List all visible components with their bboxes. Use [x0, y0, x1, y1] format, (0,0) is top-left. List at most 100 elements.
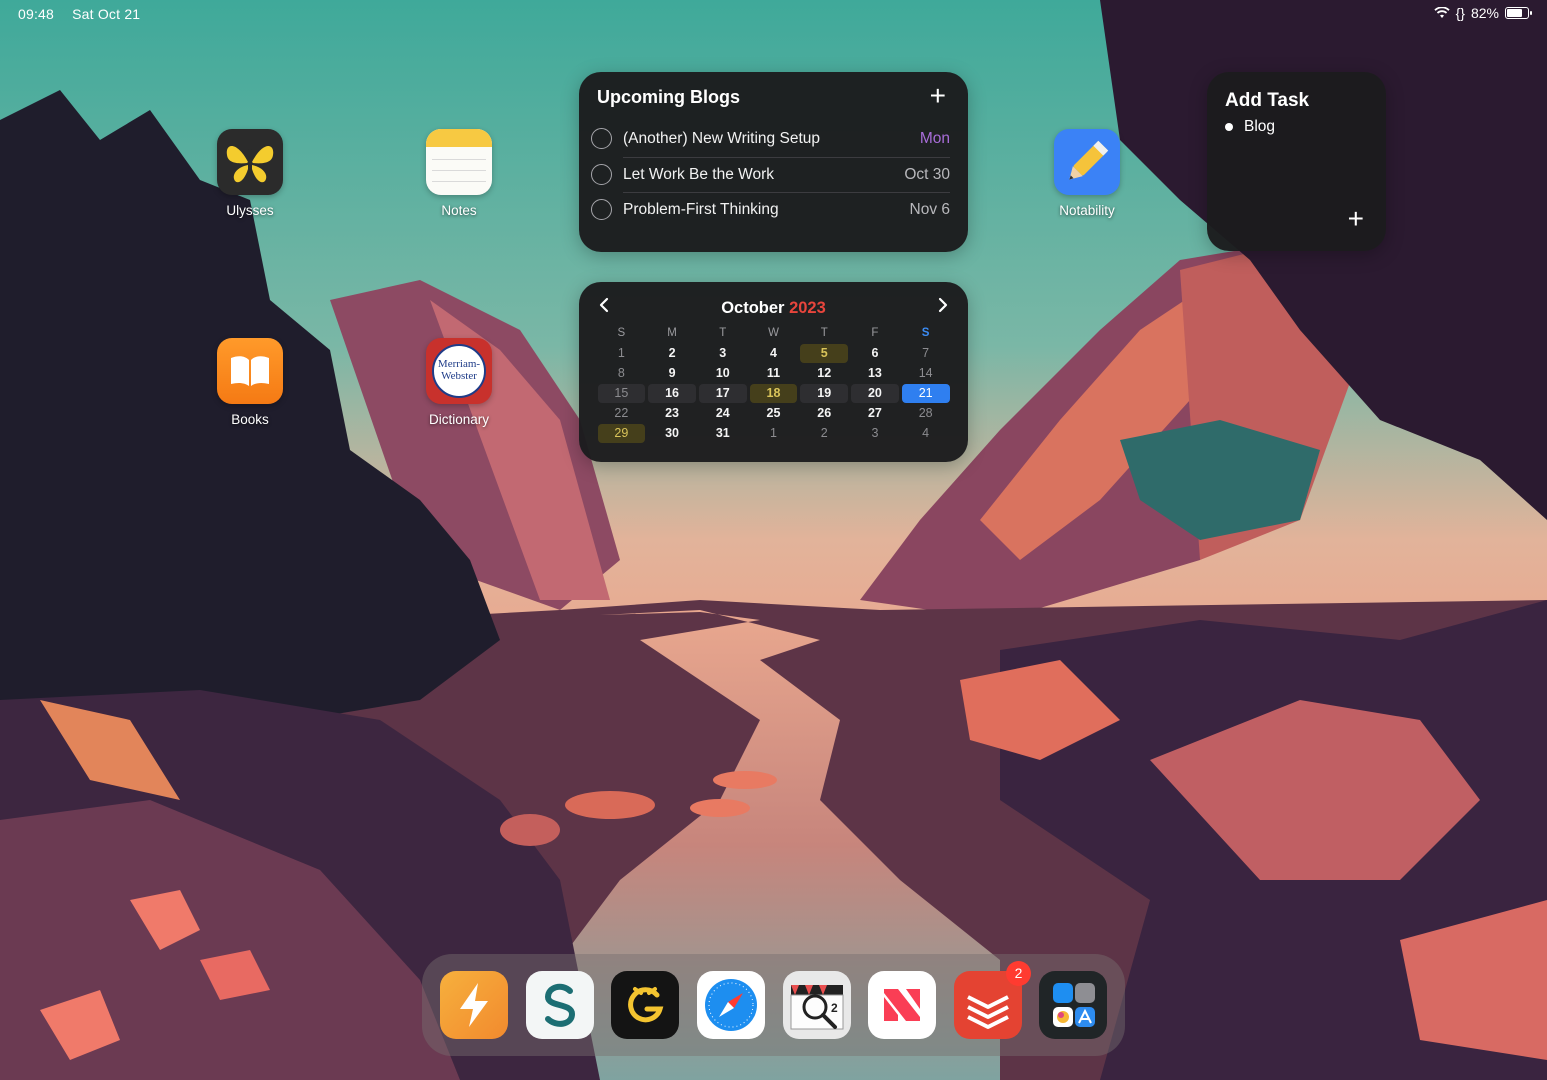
dock-app-hunt-for-reviews[interactable]: 2 — [783, 971, 851, 1039]
app-label: Dictionary — [428, 412, 490, 427]
calendar-day[interactable]: 26 — [800, 404, 848, 423]
calendar-year: 2023 — [789, 299, 826, 317]
calendar-grid: S M T W T F S 1 2 3 4 5 6 7 8 9 10 11 12 13 14 15 16 17 18 19 20 21… — [596, 324, 951, 443]
app-notability[interactable]: Notability — [1032, 129, 1142, 218]
calendar-day[interactable]: 1 — [598, 344, 646, 363]
status-bar-right: {} 82% — [1433, 5, 1532, 21]
status-bar-left: 09:48 Sat Oct 21 — [18, 6, 154, 22]
calendar-day[interactable]: 22 — [598, 404, 646, 423]
chevron-right-icon — [938, 297, 948, 313]
weekday-label: W — [768, 327, 779, 339]
blog-title: Problem-First Thinking — [623, 200, 779, 218]
calendar-day[interactable]: 24 — [699, 404, 747, 423]
calendar-day[interactable]: 14 — [902, 364, 950, 383]
blog-date: Oct 30 — [904, 165, 950, 183]
add-task-button[interactable]: + — [1348, 205, 1364, 233]
dock-app-library[interactable] — [1039, 971, 1107, 1039]
checkbox-circle-icon[interactable] — [591, 199, 612, 220]
merriam-webster-text: Merriam-Webster — [437, 358, 481, 382]
checkbox-circle-icon[interactable] — [591, 164, 612, 185]
calendar-day[interactable]: 12 — [800, 364, 848, 383]
wifi-icon — [1433, 7, 1450, 18]
calendar-day[interactable]: 1 — [750, 424, 798, 443]
calendar-day[interactable]: 28 — [902, 404, 950, 423]
app-label: Books — [231, 412, 269, 427]
calendar-day[interactable]: 23 — [648, 404, 696, 423]
calendar-day[interactable]: 10 — [699, 364, 747, 383]
open-book-icon — [217, 338, 283, 404]
checkbox-circle-icon[interactable] — [591, 128, 612, 149]
upcoming-blogs-widget[interactable]: Upcoming Blogs + (Another) New Writing S… — [579, 72, 968, 252]
calendar-month: October — [721, 299, 785, 317]
calendar-day[interactable]: 8 — [598, 364, 646, 383]
calendar-day[interactable]: 25 — [750, 404, 798, 423]
bullet-icon — [1225, 123, 1233, 131]
app-library-icon — [1053, 983, 1095, 1027]
weekday-label: T — [719, 327, 727, 339]
widget-title: Upcoming Blogs — [597, 87, 740, 107]
blog-title: (Another) New Writing Setup — [623, 129, 820, 147]
dock-app-news[interactable] — [868, 971, 936, 1039]
calendar-day[interactable]: 31 — [699, 424, 747, 443]
dock-app-golden[interactable] — [611, 971, 679, 1039]
pencil-icon — [1054, 129, 1120, 195]
calendar-day[interactable]: 2 — [800, 424, 848, 443]
weekday-label: T — [820, 327, 828, 339]
calendar-day[interactable]: 30 — [648, 424, 696, 443]
calendar-month-title: October 2023 — [579, 299, 968, 318]
calendar-day[interactable]: 19 — [800, 384, 849, 403]
calendar-day[interactable]: 11 — [750, 364, 798, 383]
calendar-day[interactable]: 21 — [901, 384, 950, 403]
calendar-day[interactable]: 4 — [750, 344, 798, 363]
calendar-day[interactable]: 4 — [902, 424, 950, 443]
merriam-webster-icon: Merriam-Webster — [426, 338, 492, 404]
calendar-day[interactable]: 27 — [851, 404, 899, 423]
calendar-day[interactable]: 18 — [749, 384, 798, 403]
dock-app-scrivener[interactable] — [526, 971, 594, 1039]
calendar-day[interactable]: 20 — [851, 384, 899, 403]
blog-item[interactable]: (Another) New Writing Setup Mon — [591, 121, 950, 156]
dock-app-shortcuts[interactable] — [440, 971, 508, 1039]
lightning-icon — [460, 983, 488, 1027]
calendar-day[interactable]: 3 — [699, 344, 747, 363]
app-label: Ulysses — [226, 203, 274, 218]
clapper-number: 2 — [831, 1001, 838, 1015]
calendar-day[interactable]: 13 — [851, 364, 899, 383]
next-month-button[interactable] — [937, 296, 949, 320]
blog-title: Let Work Be the Work — [623, 165, 775, 183]
app-ulysses[interactable]: Ulysses — [195, 129, 305, 218]
add-task-widget[interactable]: Add Task Blog + — [1207, 72, 1386, 251]
calendar-day[interactable]: 16 — [648, 384, 696, 403]
butterfly-icon — [217, 129, 283, 195]
clapper-magnifier-icon — [790, 985, 844, 1030]
calendar-day[interactable]: 9 — [648, 364, 696, 383]
blog-date: Nov 6 — [909, 200, 951, 218]
calendar-day[interactable]: 3 — [851, 424, 899, 443]
weekday-label: S — [617, 327, 626, 339]
calendar-day[interactable]: 5 — [800, 344, 849, 363]
calendar-widget[interactable]: October 2023 S M T W T F S 1 2 3 4 5 6 7 8 9 10 11 12 13 14 1… — [579, 282, 968, 462]
task-label: Blog — [1244, 118, 1276, 135]
calendar-day[interactable]: 15 — [597, 384, 646, 403]
news-icon — [884, 989, 920, 1021]
blog-item[interactable]: Let Work Be the Work Oct 30 — [591, 157, 950, 192]
blog-item[interactable]: Problem-First Thinking Nov 6 — [591, 192, 950, 227]
calendar-day[interactable]: 29 — [597, 424, 646, 443]
task-item[interactable]: Blog — [1225, 118, 1275, 136]
calendar-day[interactable]: 2 — [648, 344, 696, 363]
todoist-badge: 2 — [1006, 961, 1031, 986]
weekday-label: M — [667, 327, 677, 339]
app-books[interactable]: Books — [195, 338, 305, 427]
add-blog-button[interactable]: + — [930, 82, 946, 110]
app-notes[interactable]: Notes — [404, 129, 514, 218]
calendar-day[interactable]: 17 — [698, 384, 747, 403]
calendar-day[interactable]: 7 — [902, 344, 950, 363]
battery-percent: 82% — [1470, 5, 1499, 21]
dock-app-safari[interactable] — [697, 971, 765, 1039]
app-dictionary[interactable]: Merriam-Webster Dictionary — [404, 338, 514, 427]
calendar-day[interactable]: 6 — [851, 344, 899, 363]
focus-indicator: {} — [1455, 5, 1465, 21]
scrivener-icon — [544, 983, 576, 1027]
compass-icon — [705, 979, 757, 1031]
battery-icon — [1505, 7, 1532, 19]
